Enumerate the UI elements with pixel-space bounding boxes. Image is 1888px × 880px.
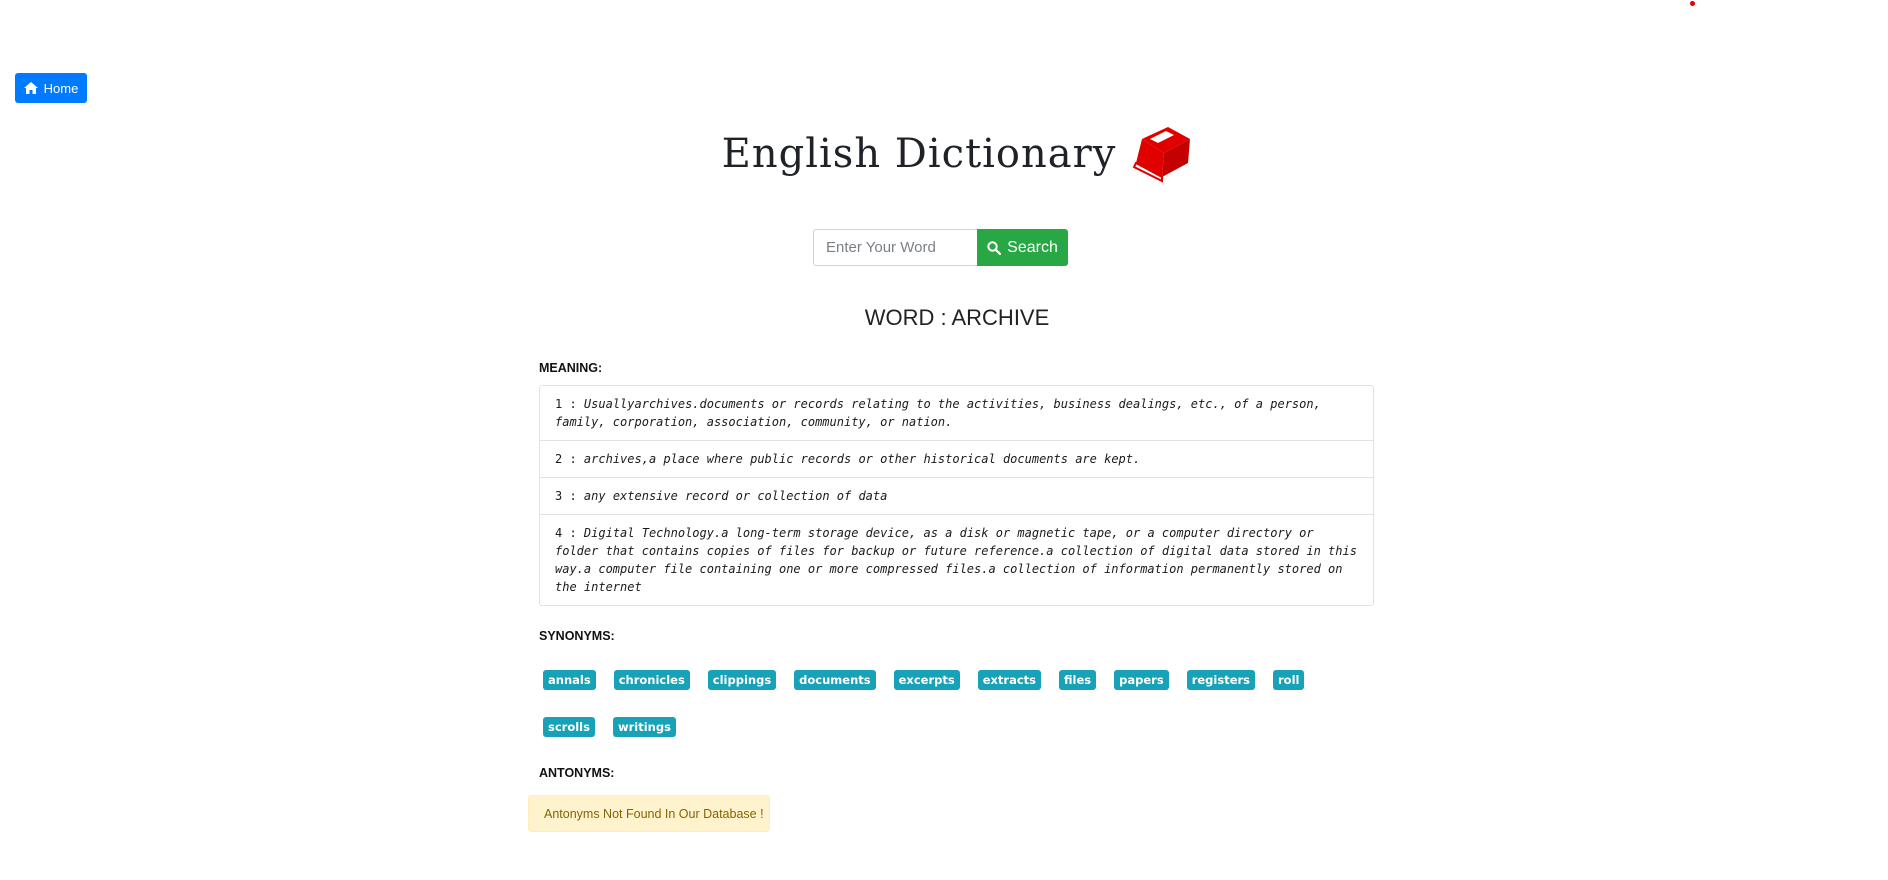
synonym-badge[interactable]: chronicles bbox=[613, 670, 690, 690]
meaning-number: 4 : bbox=[555, 526, 577, 540]
synonym-badge[interactable]: writings bbox=[612, 717, 676, 737]
word-heading: WORD : ARCHIVE bbox=[864, 305, 1050, 330]
synonym-badge[interactable]: roll bbox=[1273, 670, 1305, 690]
meaning-item: 1 : Usuallyarchives.documents or records… bbox=[539, 385, 1374, 441]
search-button-label: Search bbox=[1007, 238, 1058, 256]
notification-dot bbox=[1690, 1, 1695, 6]
synonym-badge[interactable]: registers bbox=[1186, 670, 1256, 690]
home-button[interactable]: Home bbox=[15, 73, 87, 103]
meaning-number: 3 : bbox=[555, 489, 577, 503]
meaning-item: 2 : archives,a place where public record… bbox=[539, 441, 1374, 478]
meaning-text: Digital Technology.a long-term storage d… bbox=[555, 526, 1357, 594]
search-button[interactable]: Search bbox=[977, 229, 1068, 266]
synonym-badge[interactable]: extracts bbox=[977, 670, 1042, 690]
antonyms-label: ANTONYMS: bbox=[539, 766, 615, 780]
synonym-badge[interactable]: clippings bbox=[707, 670, 777, 690]
meaning-text: archives,a place where public records or… bbox=[583, 452, 1141, 466]
search-icon bbox=[987, 240, 1002, 255]
synonyms-label: SYNONYMS: bbox=[539, 629, 615, 643]
synonym-badge[interactable]: documents bbox=[794, 670, 876, 690]
synonym-badge[interactable]: papers bbox=[1114, 670, 1169, 690]
meaning-number: 2 : bbox=[555, 452, 577, 466]
meaning-number: 1 : bbox=[555, 397, 577, 411]
synonym-badge[interactable]: scrolls bbox=[543, 717, 595, 737]
synonym-badge[interactable]: excerpts bbox=[893, 670, 960, 690]
search-group: Search bbox=[813, 229, 1068, 266]
meaning-item: 3 : any extensive record or collection o… bbox=[539, 478, 1374, 515]
meaning-item: 4 : Digital Technology.a long-term stora… bbox=[539, 515, 1374, 606]
antonyms-alert: Antonyms Not Found In Our Database ! bbox=[528, 795, 770, 832]
home-button-label: Home bbox=[43, 80, 79, 96]
meaning-list: 1 : Usuallyarchives.documents or records… bbox=[539, 385, 1374, 606]
synonym-badge[interactable]: annals bbox=[543, 670, 596, 690]
page-title: English Dictionary bbox=[721, 131, 1117, 177]
meaning-text: any extensive record or collection of da… bbox=[583, 489, 888, 503]
home-icon bbox=[23, 82, 38, 94]
antonyms-message: Antonyms Not Found In Our Database ! bbox=[544, 806, 764, 821]
synonyms-list: annals chronicles clippings documents ex… bbox=[539, 668, 1374, 762]
meaning-label: MEANING: bbox=[539, 361, 603, 375]
synonym-badge[interactable]: files bbox=[1059, 670, 1097, 690]
meaning-text: Usuallyarchives.documents or records rel… bbox=[555, 397, 1321, 429]
book-icon bbox=[1133, 127, 1191, 183]
page-title-row: English Dictionary bbox=[0, 125, 1888, 183]
search-input[interactable] bbox=[813, 229, 977, 266]
